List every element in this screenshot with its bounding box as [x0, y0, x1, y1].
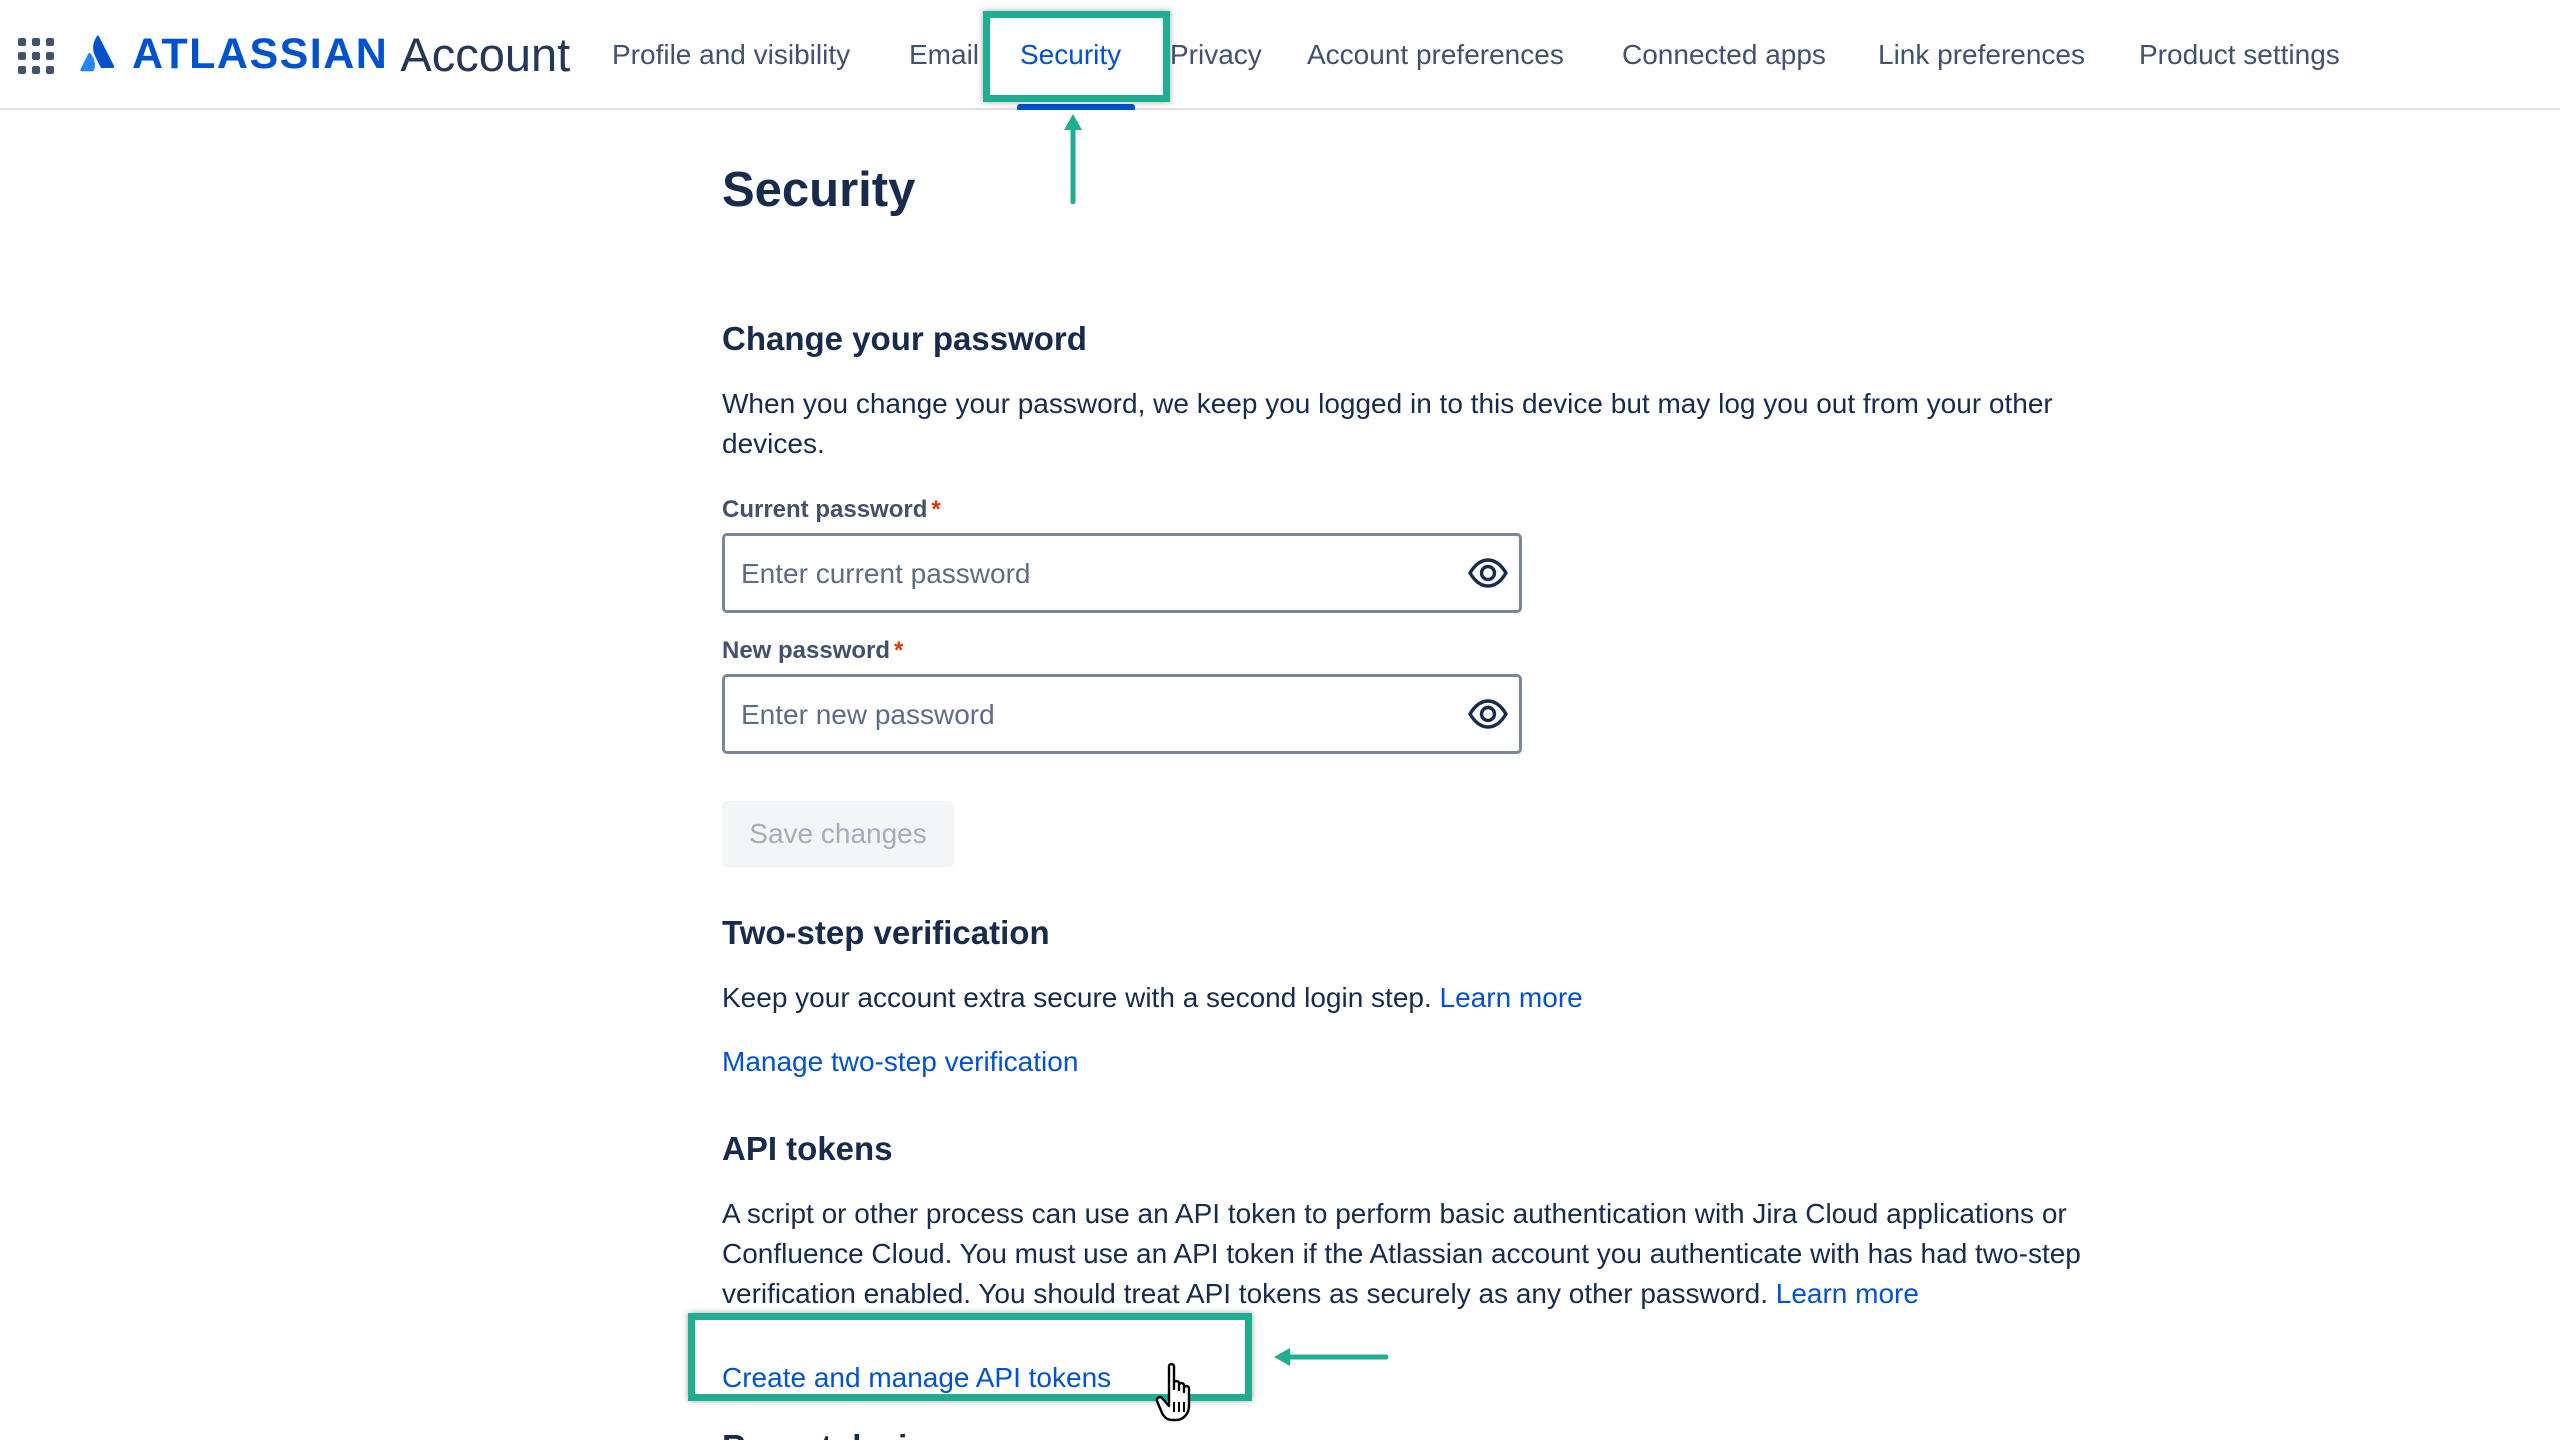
show-password-icon[interactable] — [1467, 553, 1509, 593]
required-marker: * — [894, 637, 904, 664]
save-changes-button[interactable]: Save changes — [722, 801, 954, 867]
brand-name: ATLASSIAN — [132, 29, 389, 78]
new-password-label-text: New password — [722, 637, 891, 664]
two-step-learn-more-link[interactable]: Learn more — [1440, 982, 1583, 1013]
current-password-label-text: Current password — [722, 496, 928, 523]
hand-cursor-icon — [1155, 1362, 1191, 1422]
tab-product-settings[interactable]: Product settings — [2139, 36, 2340, 74]
tab-privacy[interactable]: Privacy — [1170, 36, 1262, 74]
api-tokens-heading: API tokens — [722, 1130, 893, 1167]
tab-link-preferences[interactable]: Link preferences — [1878, 36, 2085, 74]
atlassian-logo-icon — [80, 35, 115, 72]
tab-profile-and-visibility[interactable]: Profile and visibility — [612, 36, 850, 74]
active-tab-indicator — [1017, 104, 1135, 110]
tab-security[interactable]: Security — [1020, 36, 1121, 74]
up-arrow-icon — [1064, 114, 1082, 204]
manage-two-step-link[interactable]: Manage two-step verification — [722, 1042, 1078, 1082]
api-tokens-learn-more-link[interactable]: Learn more — [1776, 1278, 1919, 1309]
tab-connected-apps[interactable]: Connected apps — [1622, 36, 1826, 74]
tab-email[interactable]: Email — [909, 36, 979, 74]
atlassian-account-logo[interactable]: ATLASSIAN Account — [78, 26, 570, 82]
product-name: Account — [400, 27, 571, 81]
current-password-input[interactable] — [739, 536, 1443, 612]
new-password-input[interactable] — [739, 677, 1443, 753]
left-arrow-icon — [1274, 1348, 1388, 1366]
change-password-heading: Change your password — [722, 320, 1087, 357]
page-title: Security — [722, 163, 916, 217]
show-password-icon[interactable] — [1467, 694, 1509, 734]
two-step-description-text: Keep your account extra secure with a se… — [722, 982, 1432, 1013]
new-password-field — [722, 674, 1522, 754]
top-navigation-bar: ATLASSIAN Account Profile and visibility… — [0, 0, 2560, 110]
recent-devices-heading: Recent devices — [722, 1428, 962, 1440]
tab-account-preferences[interactable]: Account preferences — [1307, 36, 1564, 74]
app-switcher-icon[interactable] — [18, 38, 54, 74]
two-step-heading: Two-step verification — [722, 914, 1050, 951]
api-tokens-description: A script or other process can use an API… — [722, 1194, 2142, 1314]
current-password-label: Current password * — [722, 496, 941, 524]
two-step-description: Keep your account extra secure with a se… — [722, 978, 2142, 1018]
new-password-label: New password * — [722, 637, 903, 665]
create-manage-api-tokens-link[interactable]: Create and manage API tokens — [722, 1358, 1111, 1398]
page-root: ATLASSIAN Account Profile and visibility… — [0, 0, 2560, 1440]
required-marker: * — [931, 496, 941, 523]
current-password-field — [722, 533, 1522, 613]
change-password-description: When you change your password, we keep y… — [722, 388, 2053, 459]
